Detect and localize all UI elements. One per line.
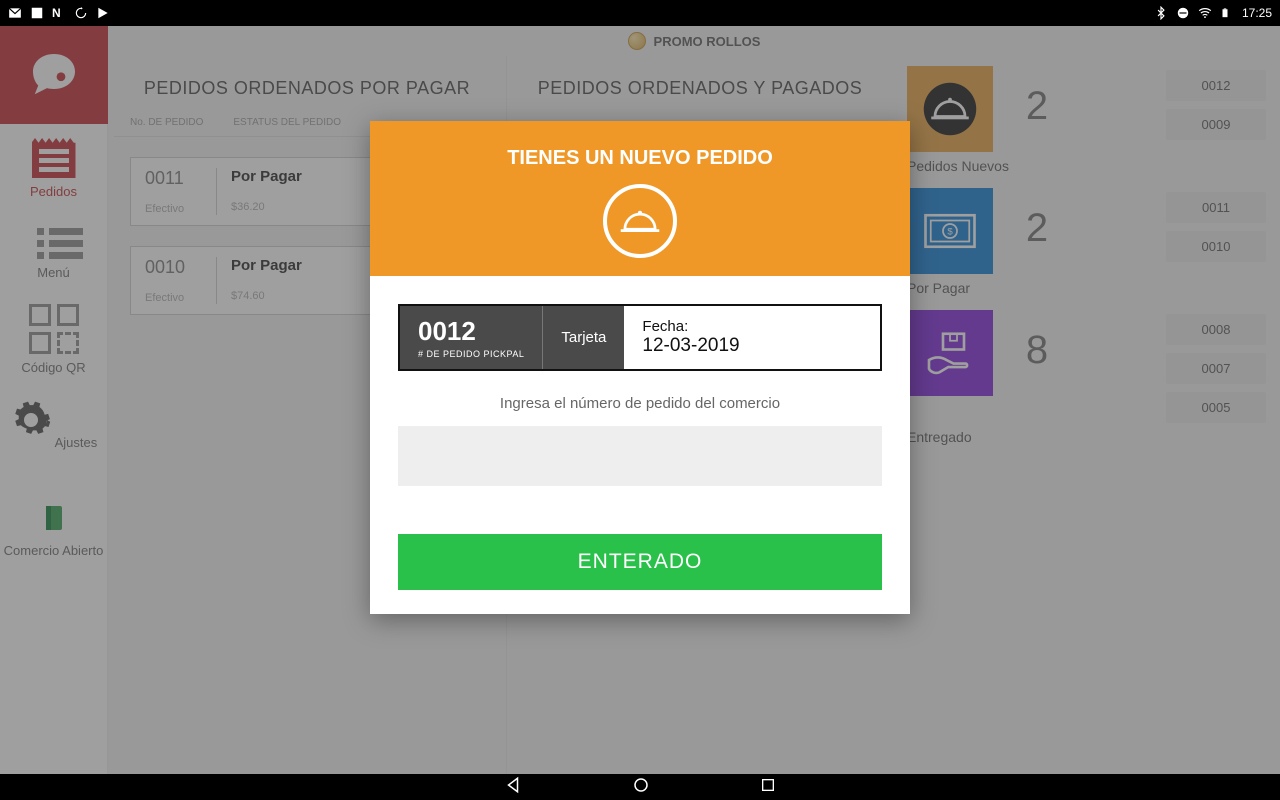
modal-date-label: Fecha: <box>642 318 862 335</box>
app-icon <box>30 6 44 20</box>
modal-order-number-label: # DE PEDIDO PICKPAL <box>418 349 524 359</box>
order-number-segment: 0012 # DE PEDIDO PICKPAL <box>400 306 542 369</box>
sync-icon <box>74 6 88 20</box>
order-info-box: 0012 # DE PEDIDO PICKPAL Tarjeta Fecha: … <box>398 304 882 371</box>
play-icon <box>96 6 110 20</box>
recents-button[interactable] <box>760 777 776 798</box>
mail-icon <box>8 6 22 20</box>
input-hint: Ingresa el número de pedido del comercio <box>398 395 882 412</box>
android-nav-bar <box>0 774 1280 800</box>
modal-title: TIENES UN NUEVO PEDIDO <box>370 147 910 170</box>
home-button[interactable] <box>632 776 650 799</box>
dnd-icon <box>1176 6 1190 20</box>
pay-method-segment: Tarjeta <box>542 306 624 369</box>
modal-pay-method: Tarjeta <box>561 329 606 346</box>
battery-icon <box>1220 6 1234 20</box>
commerce-order-input[interactable] <box>398 426 882 486</box>
modal-header: TIENES UN NUEVO PEDIDO <box>370 121 910 276</box>
cloche-circle-icon <box>603 184 677 258</box>
back-button[interactable] <box>504 776 522 799</box>
new-order-modal: TIENES UN NUEVO PEDIDO 0012 # DE PEDIDO … <box>370 121 910 614</box>
android-status-bar: N 17:25 <box>0 0 1280 26</box>
modal-order-number: 0012 <box>418 316 524 347</box>
modal-date-value: 12-03-2019 <box>642 335 862 357</box>
bluetooth-icon <box>1154 6 1168 20</box>
n-icon: N <box>52 6 66 20</box>
wifi-icon <box>1198 6 1212 20</box>
date-segment: Fecha: 12-03-2019 <box>624 306 880 369</box>
status-time: 17:25 <box>1242 6 1272 20</box>
confirm-button[interactable]: ENTERADO <box>398 534 882 590</box>
